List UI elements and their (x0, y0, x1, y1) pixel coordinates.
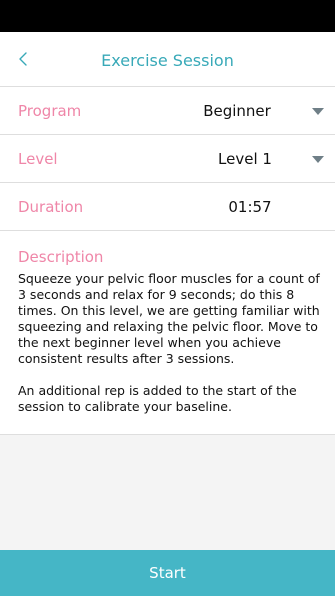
level-caret-down-icon[interactable] (311, 155, 325, 164)
program-label: Program (18, 101, 81, 121)
program-caret-down-icon[interactable] (311, 107, 325, 116)
nav-bar: Exercise Session (0, 32, 335, 87)
page-title: Exercise Session (0, 51, 335, 71)
program-value[interactable]: Beginner (177, 101, 297, 121)
description-section: Description Squeeze your pelvic floor mu… (0, 231, 335, 435)
level-value[interactable]: Level 1 (185, 149, 305, 169)
level-row[interactable]: Level Level 1 (0, 135, 335, 183)
empty-area (0, 435, 335, 550)
description-label: Description (18, 247, 103, 267)
program-row[interactable]: Program Beginner (0, 87, 335, 135)
duration-label: Duration (18, 197, 83, 217)
description-text: Squeeze your pelvic floor muscles for a … (18, 271, 330, 415)
duration-row: Duration 01:57 (0, 183, 335, 231)
duration-value: 01:57 (190, 197, 310, 217)
status-bar (0, 0, 335, 32)
level-label: Level (18, 149, 58, 169)
start-button[interactable]: Start (0, 550, 335, 596)
